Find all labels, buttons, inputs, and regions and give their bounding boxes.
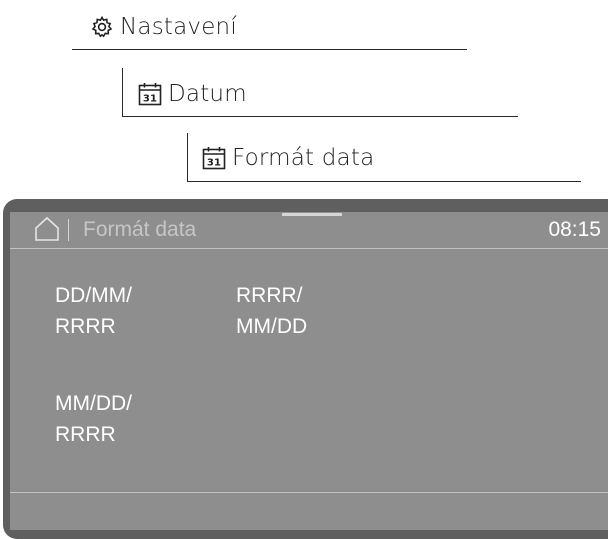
option-line: MM/DD/	[55, 392, 132, 415]
date-format-option-rrrr-mm-dd[interactable]: RRRR/ MM/DD	[236, 280, 307, 342]
gear-icon	[91, 15, 113, 38]
display-screen: Formát data 08:15 DD/MM/ RRRR RRRR/ MM/D…	[10, 212, 608, 530]
breadcrumb-divider	[187, 181, 581, 182]
header-divider	[10, 248, 608, 249]
breadcrumb-indent-line	[122, 68, 123, 116]
home-icon[interactable]	[34, 216, 60, 242]
breadcrumb-label-date-format: Formát data	[232, 145, 375, 171]
breadcrumb-item-date: 31 Datum	[138, 76, 247, 112]
clock: 08:15	[548, 218, 601, 241]
option-line: RRRR	[55, 315, 116, 338]
calendar-icon-number: 31	[207, 158, 221, 169]
breadcrumb-divider	[72, 49, 467, 50]
breadcrumb-indent-line	[187, 133, 188, 181]
display-title: Formát data	[83, 218, 197, 241]
calendar-icon: 31	[138, 83, 162, 106]
header-separator	[68, 219, 69, 241]
display-header: Formát data 08:15	[10, 212, 608, 248]
breadcrumb-label-date: Datum	[168, 81, 247, 107]
breadcrumb-label-settings: Nastavení	[120, 14, 237, 40]
calendar-icon: 31	[202, 147, 226, 170]
breadcrumb-item-settings: Nastavení	[90, 9, 237, 45]
calendar-icon-number: 31	[143, 94, 157, 105]
breadcrumb-item-date-format: 31 Formát data	[202, 140, 374, 176]
date-format-option-mm-dd-rrrr[interactable]: MM/DD/ RRRR	[55, 388, 132, 450]
footer-divider	[10, 492, 608, 493]
option-line: RRRR/	[236, 284, 303, 307]
option-line: DD/MM/	[55, 284, 132, 307]
option-line: MM/DD	[236, 315, 308, 338]
date-format-option-dd-mm-rrrr[interactable]: DD/MM/ RRRR	[55, 280, 132, 342]
breadcrumb-divider	[122, 116, 518, 117]
option-line: RRRR	[55, 423, 116, 446]
